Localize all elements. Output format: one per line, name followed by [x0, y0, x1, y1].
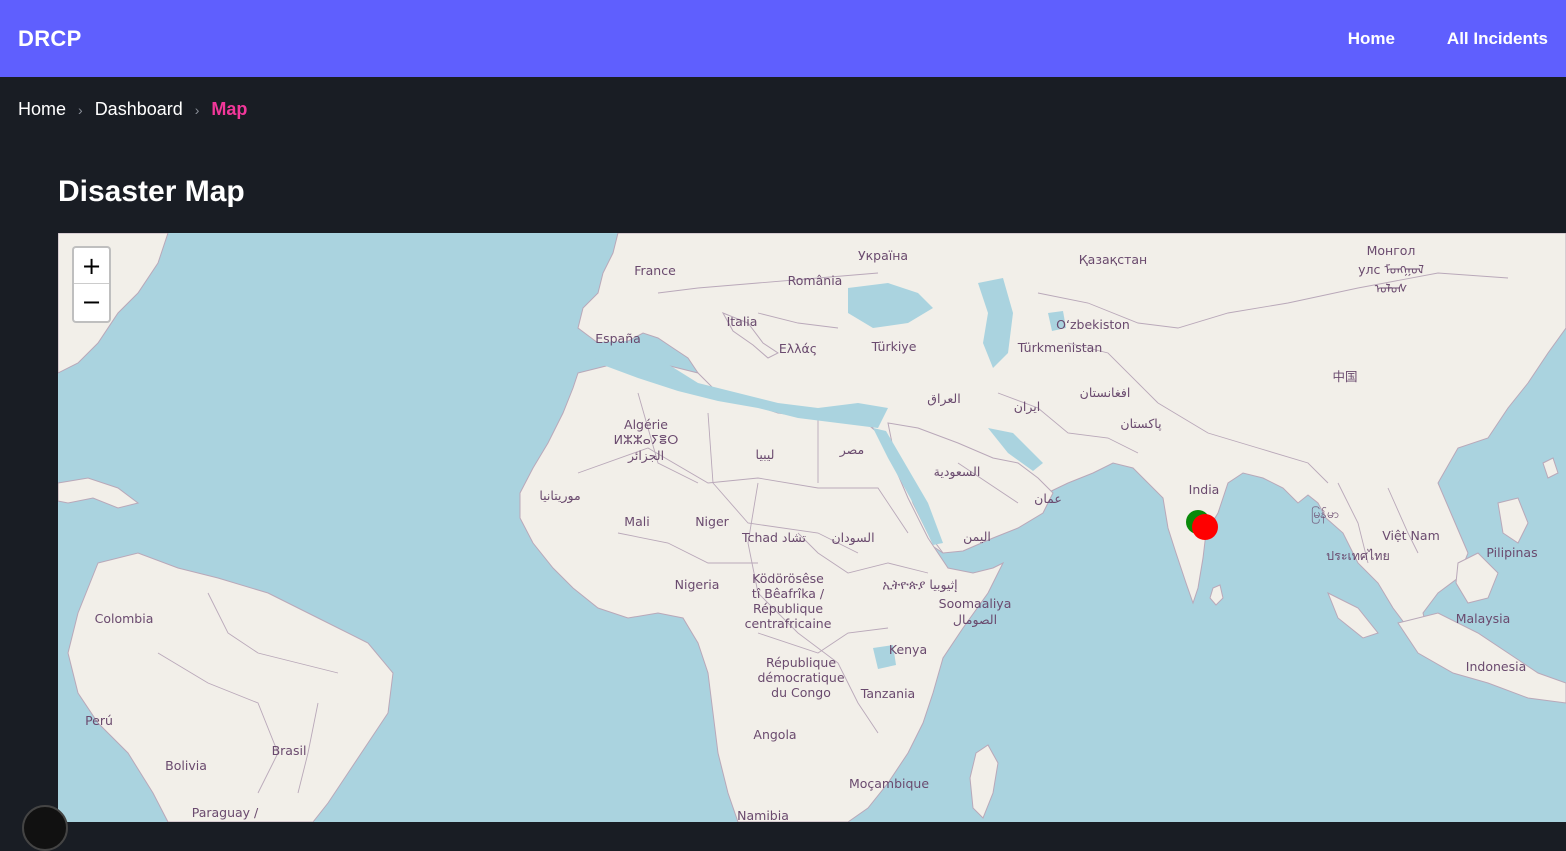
map-label-india: India — [1188, 482, 1220, 497]
incident-marker-red[interactable] — [1192, 514, 1218, 540]
map-label-malaysia: Malaysia — [1455, 611, 1511, 626]
map-label-pakistan: پاکستان — [1120, 416, 1162, 431]
breadcrumb-map: Map — [211, 99, 248, 119]
map-label-mozambique: Moçambique — [848, 776, 930, 791]
map-label-libya: ليبيا — [755, 447, 775, 462]
map-label-espana: España — [595, 331, 641, 346]
map-label-mauritania: موريتانيا — [539, 488, 581, 503]
brand-logo[interactable]: DRCP — [18, 26, 82, 52]
top-navbar: DRCP Home All Incidents — [0, 0, 1566, 77]
breadcrumb: Home › Dashboard › Map — [18, 99, 247, 120]
map-label-brasil: Brasil — [271, 743, 307, 758]
map-label-tchad: Tchad تشاد — [742, 530, 806, 545]
zoom-in-button[interactable]: + — [74, 248, 109, 284]
map-label-pilipinas: Pilipinas — [1486, 545, 1538, 560]
map-label-uzbekistan: O‘zbekiston — [1056, 317, 1130, 332]
map-label-somalia-2: الصومال — [952, 612, 998, 627]
map-label-turkmenistan: Türkmenistan — [1017, 340, 1103, 355]
disaster-map[interactable]: + − France Україна Қазақстан Монгол улс … — [58, 233, 1566, 822]
map-label-myanmar: မြန်မာ — [1311, 506, 1339, 521]
map-label-indonesia: Indonesia — [1465, 659, 1527, 674]
map-label-oman: عمان — [1034, 491, 1062, 506]
map-label-mali: Mali — [624, 514, 650, 529]
map-label-saudi: السعودية — [933, 464, 981, 479]
map-label-paraguay: Paraguay / — [191, 805, 259, 820]
map-label-somalia-1: Soomaaliya — [938, 596, 1012, 611]
map-label-afghanistan: افغانستان — [1079, 385, 1131, 400]
map-label-drc-3: du Congo — [771, 685, 831, 700]
floating-action-button[interactable] — [22, 805, 68, 851]
map-label-car-4: centrafricaine — [744, 616, 832, 631]
map-label-egypt: مصر — [839, 442, 865, 457]
map-label-bolivia: Bolivia — [165, 758, 207, 773]
chevron-right-icon: › — [194, 101, 200, 118]
map-label-iran: ایران — [1013, 399, 1041, 414]
map-label-ethiopia: ኢትዮጵያ إثيوبيا — [882, 577, 958, 592]
map-label-thailand: ประเทศไทย — [1326, 548, 1390, 563]
chevron-right-icon: › — [78, 101, 83, 118]
breadcrumb-home[interactable]: Home — [18, 99, 66, 120]
map-label-nigeria: Nigeria — [674, 577, 720, 592]
nav-links: Home All Incidents — [1348, 29, 1548, 49]
map-label-peru: Perú — [85, 713, 113, 728]
map-label-vietnam: Việt Nam — [1382, 528, 1440, 543]
map-label-car-3: République — [752, 601, 824, 616]
map-label-iraq: العراق — [927, 391, 961, 406]
madagascar — [969, 744, 999, 819]
map-label-ukraine: Україна — [857, 248, 909, 263]
map-label-mongolia-3: ᠤᠯᠤᠰ — [1374, 281, 1408, 296]
map-label-kenya: Kenya — [888, 642, 928, 657]
map-label-romania: România — [787, 273, 843, 288]
map-label-colombia: Colombia — [94, 611, 154, 626]
map-label-france: France — [634, 263, 676, 278]
map-label-china: 中国 — [1332, 369, 1358, 384]
map-label-drc-1: République — [765, 655, 837, 670]
zoom-control: + − — [72, 246, 111, 323]
map-label-algeria-1: Algérie — [624, 417, 668, 432]
map-label-tanzania: Tanzania — [860, 686, 916, 701]
map-label-turkiye: Türkiye — [871, 339, 917, 354]
map-label-italia: Italia — [726, 314, 758, 329]
map-label-mongolia-2: улс ᠮᠣᠩᠭᠣᠯ — [1358, 262, 1424, 277]
map-label-namibia: Namibia — [737, 808, 789, 822]
map-tiles — [58, 233, 1566, 822]
map-label-kazakhstan: Қазақстан — [1078, 252, 1148, 267]
map-label-drc-2: démocratique — [757, 670, 845, 685]
map-label-mongolia-1: Монгол — [1366, 243, 1416, 258]
south-america-landmass — [67, 552, 394, 822]
map-label-algeria-3: الجزائر — [627, 448, 665, 463]
page-title: Disaster Map — [58, 175, 245, 208]
sri-lanka — [1209, 584, 1224, 606]
zoom-out-button[interactable]: − — [74, 284, 109, 320]
map-label-niger: Niger — [695, 514, 729, 529]
map-label-sudan: السودان — [831, 530, 875, 545]
nav-home-link[interactable]: Home — [1348, 29, 1395, 49]
nav-all-incidents-link[interactable]: All Incidents — [1447, 29, 1548, 49]
map-label-car-2: tî Bêafrîka / — [751, 586, 825, 601]
map-label-angola: Angola — [753, 727, 797, 742]
map-label-car-1: Ködörösêse — [752, 571, 824, 586]
breadcrumb-dashboard[interactable]: Dashboard — [95, 99, 183, 120]
map-label-yemen: اليمن — [963, 529, 991, 544]
map-label-algeria-2: ⵍⵣⵣⴰⵢⴻⵔ — [613, 432, 679, 447]
map-label-ellas: Ελλάς — [778, 341, 818, 356]
